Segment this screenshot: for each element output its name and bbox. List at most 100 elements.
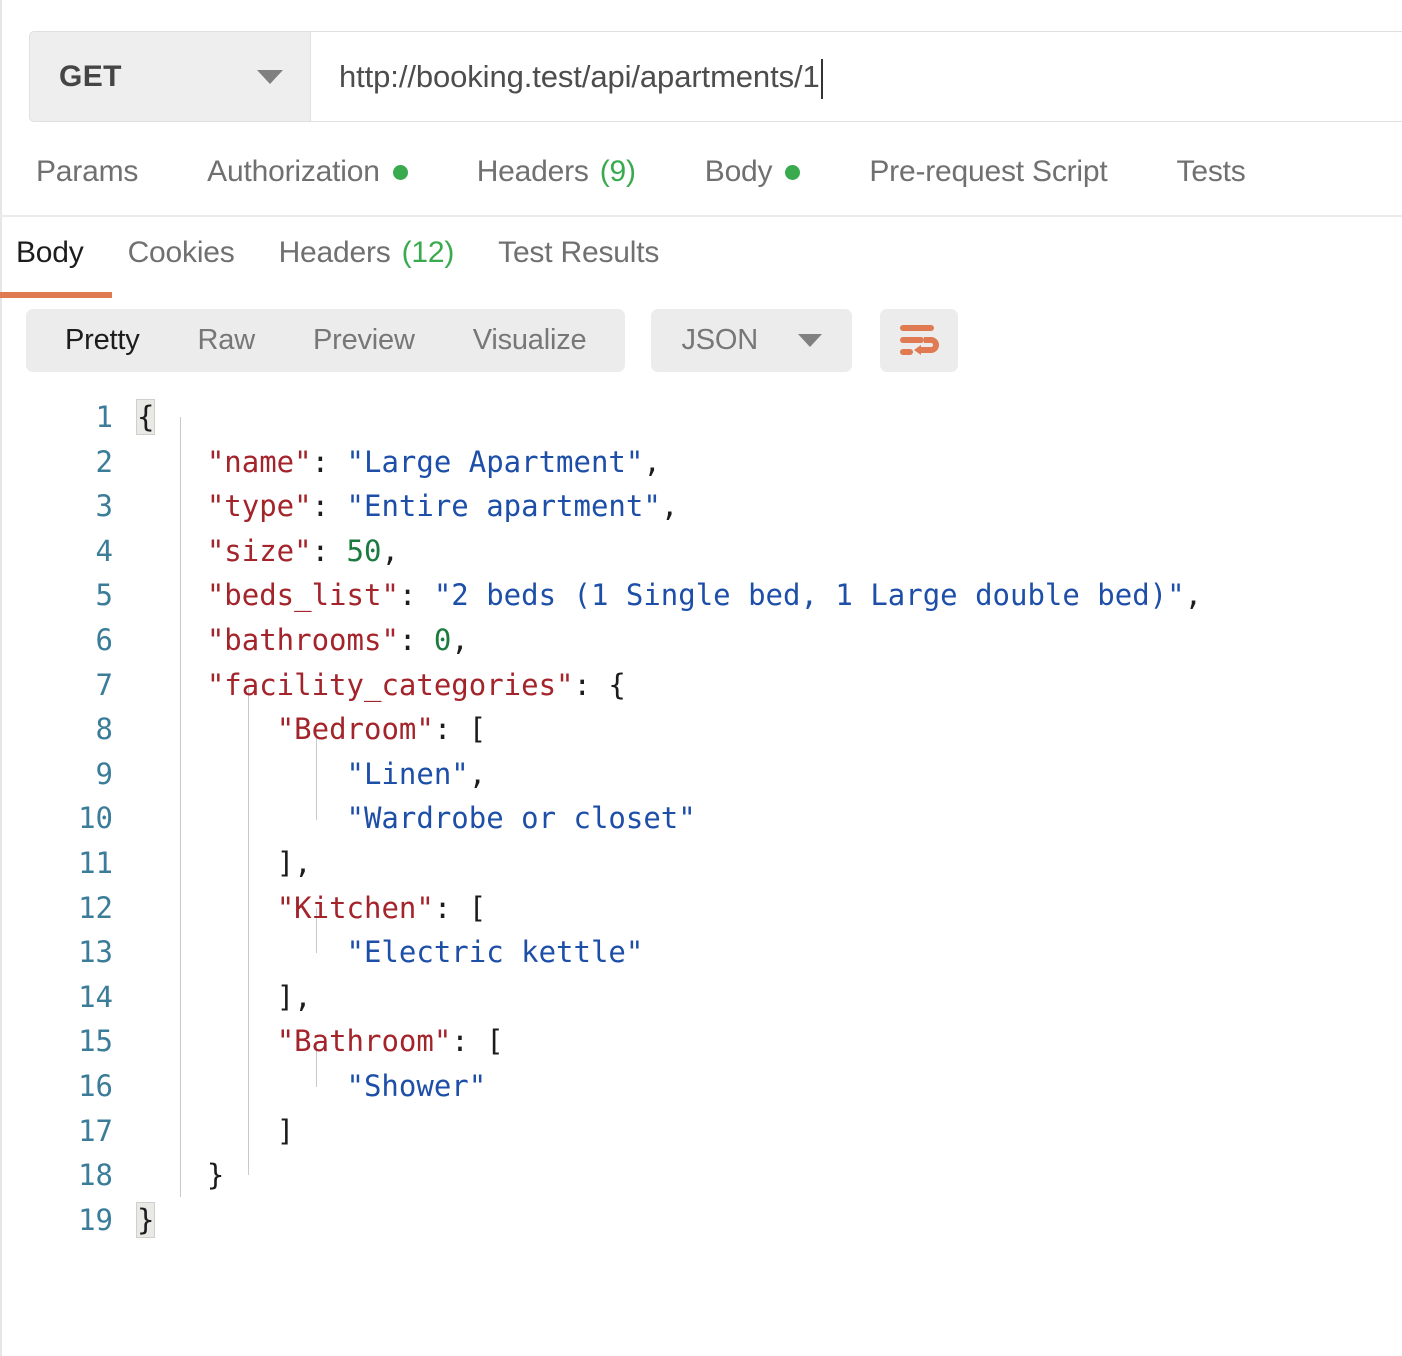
chevron-down-icon [257,69,283,84]
request-url-bar: GET http://booking.test/api/apartments/1 [0,0,1402,129]
request-tab-bar: Params Authorization Headers (9) Body Pr… [0,129,1402,217]
format-mode-raw[interactable]: Raw [169,324,284,357]
line-number: 12 [78,890,113,925]
code-line-text: "type": "Entire apartment", [206,489,679,524]
format-mode-preview[interactable]: Preview [284,324,444,357]
status-dot-icon [392,164,408,180]
code-line: 4 "size": 50, [0,529,1402,574]
tab-authorization-label: Authorization [207,155,380,188]
tab-headers-count: (9) [599,155,636,188]
code-line-text: "bathrooms": 0, [206,622,469,657]
response-body-viewer[interactable]: 1 { 2 "name": "Large Apartment", 3 "type… [0,383,1402,1242]
text-wrap-toggle-button[interactable] [880,309,958,372]
line-number: 16 [78,1068,113,1103]
code-line-text: "Shower" [346,1068,487,1103]
line-number: 17 [78,1113,113,1148]
response-language-label: JSON [681,324,758,356]
line-number: 13 [78,935,113,970]
code-line-text: } [206,1158,225,1193]
tab-headers-label: Headers [476,155,589,188]
code-line-text: ], [276,979,312,1014]
code-line-text: "Bathroom": [ [276,1024,504,1059]
line-number: 15 [78,1024,113,1059]
line-number: 11 [78,845,113,880]
line-number: 2 [95,444,113,479]
format-mode-visualize[interactable]: Visualize [444,324,616,357]
line-number: 5 [95,578,113,613]
response-tab-test-results[interactable]: Test Results [498,236,659,270]
code-line: 2 "name": "Large Apartment", [0,440,1402,485]
line-number: 3 [95,489,113,524]
code-line-text: "Kitchen": [ [276,890,487,925]
response-language-dropdown[interactable]: JSON [651,309,852,372]
response-tab-headers-label: Headers [278,236,391,269]
response-tab-cookies[interactable]: Cookies [128,236,235,270]
tab-tests[interactable]: Tests [1177,155,1246,189]
format-mode-group: Pretty Raw Preview Visualize [26,309,626,372]
code-line-text: "beds_list": "2 beds (1 Single bed, 1 La… [206,578,1203,613]
line-number: 9 [95,756,113,791]
code-line: 19 } [0,1198,1402,1243]
tab-params[interactable]: Params [36,155,138,189]
code-line-text: } [135,1201,156,1238]
http-method-dropdown[interactable]: GET [29,31,311,122]
tab-authorization[interactable]: Authorization [207,155,408,189]
code-line: 18 } [0,1153,1402,1198]
code-line: 17 ] [0,1109,1402,1154]
line-number: 14 [78,979,113,1014]
line-number: 4 [95,533,113,568]
code-line-text: "facility_categories": { [206,667,626,702]
code-line: 8 "Bedroom": [ [0,707,1402,752]
format-mode-pretty[interactable]: Pretty [36,324,169,357]
tab-body[interactable]: Body [705,155,801,189]
line-number: 1 [95,400,113,434]
text-cursor [820,58,823,99]
line-number: 10 [78,801,113,836]
tab-params-label: Params [36,155,139,188]
tab-headers[interactable]: Headers (9) [477,155,636,189]
code-line: 10 "Wardrobe or closet" [0,796,1402,841]
code-line: 5 "beds_list": "2 beds (1 Single bed, 1 … [0,573,1402,618]
line-number: 6 [95,622,113,657]
code-line: 7 "facility_categories": { [0,663,1402,708]
line-number: 8 [95,712,113,747]
tab-pre-request-script-label: Pre-request Script [869,155,1108,188]
url-input-value: http://booking.test/api/apartments/1 [339,58,820,94]
http-method-label: GET [59,59,122,93]
code-line-text: ], [276,845,312,880]
code-line: 12 "Kitchen": [ [0,886,1402,931]
code-line-text: { [135,399,156,435]
response-tab-body-label: Body [16,236,84,269]
response-format-toolbar: Pretty Raw Preview Visualize JSON [0,297,1402,383]
code-line: 15 "Bathroom": [ [0,1019,1402,1064]
tab-tests-label: Tests [1176,155,1246,188]
code-line-text: "Bedroom": [ [276,712,487,747]
text-wrap-icon [900,324,939,355]
code-line: 16 "Shower" [0,1064,1402,1109]
response-tab-cookies-label: Cookies [127,236,235,269]
status-dot-icon [785,164,801,180]
url-input[interactable]: http://booking.test/api/apartments/1 [311,31,1402,122]
code-line: 3 "type": "Entire apartment", [0,484,1402,529]
response-tab-headers-count: (12) [401,236,455,269]
tab-pre-request-script[interactable]: Pre-request Script [869,155,1107,189]
tab-body-label: Body [704,155,773,188]
code-line-text: "Linen", [346,756,487,791]
code-line: 1 { [0,395,1402,440]
response-tab-body[interactable]: Body [16,236,84,270]
code-line-text: "size": 50, [206,533,399,568]
response-tab-test-results-label: Test Results [498,236,660,269]
response-tab-headers[interactable]: Headers (12) [279,236,455,270]
code-line: 14 ], [0,975,1402,1020]
chevron-down-icon [798,334,822,347]
code-line: 13 "Electric kettle" [0,930,1402,975]
code-line: 6 "bathrooms": 0, [0,618,1402,663]
code-line: 11 ], [0,841,1402,886]
code-line-text: ] [276,1113,295,1148]
code-line: 9 "Linen", [0,752,1402,797]
code-line-text: "Electric kettle" [346,935,644,970]
code-line-text: "Wardrobe or closet" [346,801,696,836]
line-number: 7 [95,667,113,702]
line-number: 19 [78,1202,113,1237]
code-line-text: "name": "Large Apartment", [206,444,661,479]
